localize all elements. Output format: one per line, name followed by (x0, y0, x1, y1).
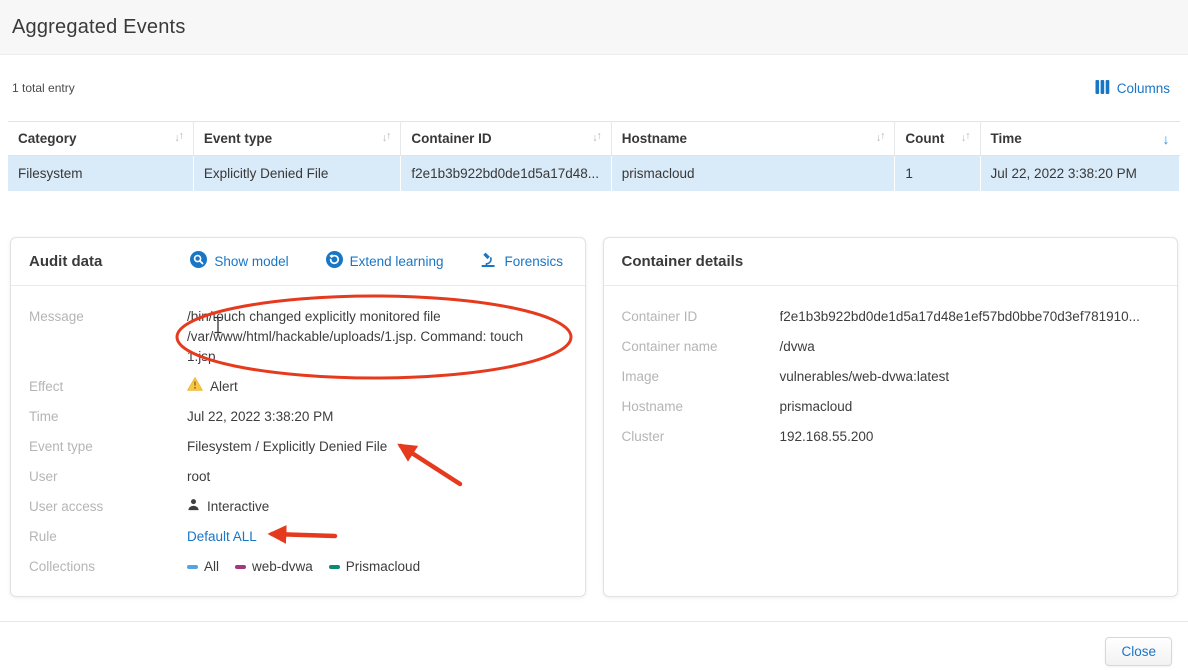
extend-learning-icon (326, 251, 343, 271)
audit-field-user: User root (29, 462, 567, 492)
column-header-event-type[interactable]: ↓↑ Event type (193, 122, 400, 156)
audit-panel-header: Audit data Show model Extend learning (11, 238, 585, 286)
footer: Close (0, 622, 1188, 666)
audit-field-user-access: User access Interactive (29, 492, 567, 522)
container-hostname-value: prismacloud (780, 397, 853, 417)
collection-swatch (187, 565, 198, 569)
sort-icon: ↓↑ (876, 132, 885, 144)
cell-container-id: f2e1b3b922bd0de1d5a17d48... (401, 156, 611, 191)
container-field-hostname: Hostname prismacloud (622, 392, 1160, 422)
user-person-icon (187, 497, 200, 517)
collection-chip-web-dvwa: web-dvwa (235, 557, 313, 577)
collection-chip-all: All (187, 557, 219, 577)
cell-time: Jul 22, 2022 3:38:20 PM (980, 156, 1179, 191)
rule-link[interactable]: Default ALL (187, 527, 257, 547)
cell-hostname: prismacloud (611, 156, 895, 191)
columns-icon (1095, 80, 1110, 97)
show-model-icon (190, 251, 207, 271)
audit-field-time: Time Jul 22, 2022 3:38:20 PM (29, 402, 567, 432)
sort-icon: ↓↑ (592, 132, 601, 144)
sort-icon: ↓↑ (382, 132, 391, 144)
container-panel-title: Container details (622, 253, 744, 270)
column-header-time[interactable]: ↓ Time (980, 122, 1179, 156)
audit-user-access-value: Interactive (207, 497, 269, 517)
sort-icon: ↓↑ (174, 132, 183, 144)
audit-field-effect: Effect Alert (29, 372, 567, 402)
forensics-button[interactable]: Forensics (480, 251, 563, 271)
collection-swatch (235, 565, 246, 569)
table-toolbar: 1 total entry Columns (0, 75, 1188, 101)
events-table: ↓↑ Category ↓↑ Event type ↓↑ Container I… (8, 121, 1180, 191)
container-field-name: Container name /dvwa (622, 332, 1160, 362)
audit-field-collections: Collections All web-dvwa Prismacloud (29, 552, 567, 582)
close-button[interactable]: Close (1105, 637, 1172, 666)
cell-count: 1 (895, 156, 980, 191)
audit-data-panel: Audit data Show model Extend learning (10, 237, 586, 597)
table-header-row: ↓↑ Category ↓↑ Event type ↓↑ Container I… (8, 122, 1180, 156)
column-header-count[interactable]: ↓↑ Count (895, 122, 980, 156)
collection-chip-prismacloud: Prismacloud (329, 557, 420, 577)
forensics-microscope-icon (480, 251, 497, 271)
page-title: Aggregated Events (12, 16, 186, 39)
audit-field-message: Message /bin/touch changed explicitly mo… (29, 302, 567, 372)
audit-event-type-value: Filesystem / Explicitly Denied File (187, 437, 387, 457)
sort-icon: ↓↑ (961, 132, 970, 144)
container-field-image: Image vulnerables/web-dvwa:latest (622, 362, 1160, 392)
container-cluster-value: 192.168.55.200 (780, 427, 874, 447)
audit-effect-value: Alert (210, 377, 238, 397)
container-id-value: f2e1b3b922bd0de1d5a17d48e1ef57bd0bbe70d3… (780, 307, 1140, 327)
collection-swatch (329, 565, 340, 569)
container-field-cluster: Cluster 192.168.55.200 (622, 422, 1160, 452)
column-header-category[interactable]: ↓↑ Category (8, 122, 193, 156)
show-model-button[interactable]: Show model (190, 251, 288, 271)
container-image-value: vulnerables/web-dvwa:latest (780, 367, 950, 387)
page-header: Aggregated Events (0, 0, 1188, 55)
audit-field-rule: Rule Default ALL (29, 522, 567, 552)
container-field-id: Container ID f2e1b3b922bd0de1d5a17d48e1e… (622, 302, 1160, 332)
column-header-container-id[interactable]: ↓↑ Container ID (401, 122, 611, 156)
audit-panel-title: Audit data (29, 253, 102, 270)
audit-message-value: /bin/touch changed explicitly monitored … (187, 307, 547, 367)
column-header-hostname[interactable]: ↓↑ Hostname (611, 122, 895, 156)
total-entries-label: 1 total entry (12, 81, 75, 95)
table-row[interactable]: Filesystem Explicitly Denied File f2e1b3… (8, 156, 1180, 191)
audit-time-value: Jul 22, 2022 3:38:20 PM (187, 407, 333, 427)
cell-event-type: Explicitly Denied File (193, 156, 400, 191)
cell-category: Filesystem (8, 156, 193, 191)
audit-user-value: root (187, 467, 210, 487)
columns-button[interactable]: Columns (1089, 79, 1176, 98)
alert-warning-icon (187, 377, 203, 397)
container-details-panel: Container details Container ID f2e1b3b92… (603, 237, 1179, 597)
container-name-value: /dvwa (780, 337, 815, 357)
sort-descending-icon: ↓ (1163, 131, 1170, 147)
extend-learning-button[interactable]: Extend learning (326, 251, 444, 271)
audit-field-event-type: Event type Filesystem / Explicitly Denie… (29, 432, 567, 462)
container-panel-header: Container details (604, 238, 1178, 286)
columns-button-label: Columns (1117, 81, 1170, 96)
